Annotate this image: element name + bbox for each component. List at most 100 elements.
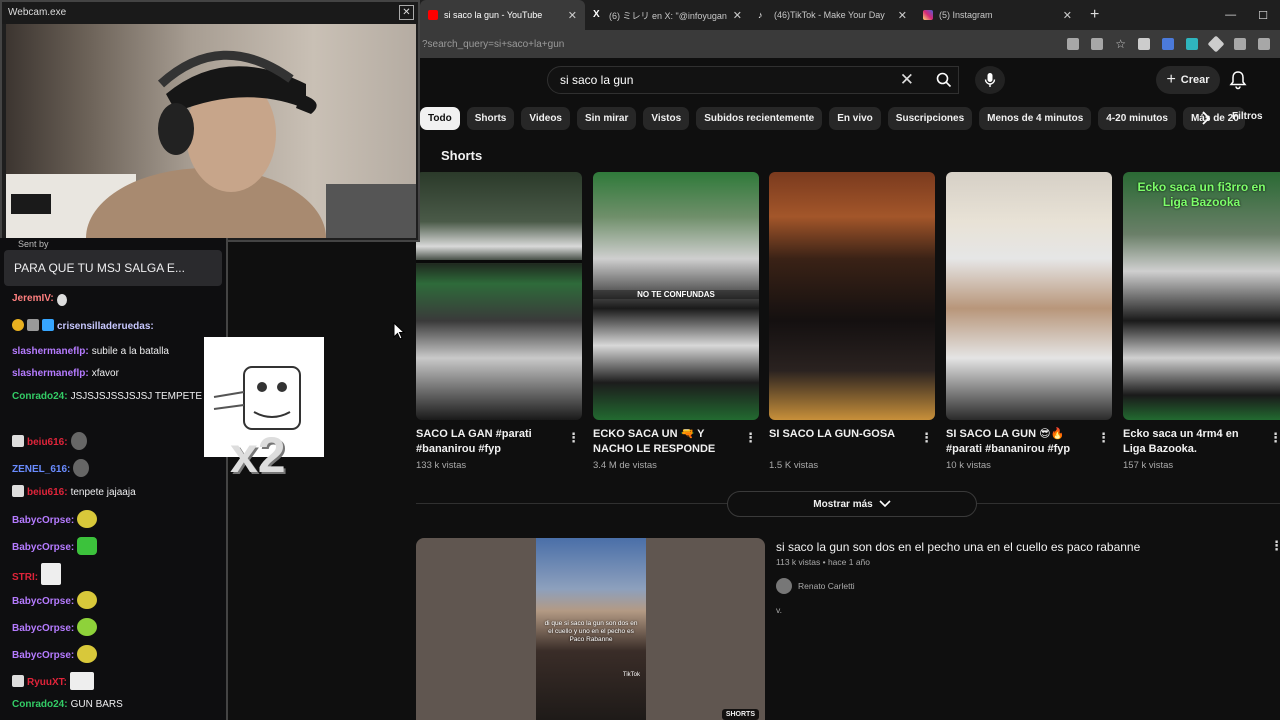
extension-icon[interactable] [1207,35,1225,53]
short-card[interactable]: SACO LA GAN #parati #bananirou #fyp 133 … [416,172,582,471]
tab-x[interactable]: X (6) ミレリ en X: "@infoyugansito ✕ [585,0,750,30]
chat-username[interactable]: Conrado24: [12,699,68,710]
tab-tiktok[interactable]: ♪ (46)TikTok - Make Your Day ✕ [750,0,915,30]
chat-username[interactable]: RyuuXT: [27,677,67,688]
shorts-badge: SHORTS [721,709,759,720]
more-options-icon[interactable]: ⋮ [1270,538,1280,554]
chat-username[interactable]: BabycOrpse: [12,623,74,634]
new-tab-button[interactable]: + [1080,6,1109,24]
short-thumbnail[interactable] [946,172,1112,420]
show-more-button[interactable]: Mostrar más [727,491,977,517]
video-meta: 113 k vistas • hace 1 año [776,557,871,567]
chat-username[interactable]: STRI: [12,572,38,583]
channel-name[interactable]: Renato Carletti [798,581,855,591]
more-options-icon[interactable]: ⋮ [1097,430,1110,446]
chat-username[interactable]: ZENEL_616: [12,464,70,475]
chat-username[interactable]: beiu616: [27,437,68,448]
short-title[interactable]: SI SACO LA GUN-GOSA [769,427,935,459]
tab-label: (6) ミレリ en X: "@infoyugansito [609,10,727,21]
feather-emote-icon [56,294,67,306]
chevron-right-icon[interactable] [1196,108,1216,128]
more-options-icon[interactable]: ⋮ [744,430,757,446]
chat-username[interactable]: BabycOrpse: [12,515,74,526]
search-input[interactable]: si saco la gun ✕ [547,66,959,94]
notifications-bell-icon[interactable] [1228,70,1248,90]
close-tab-icon[interactable]: ✕ [898,9,907,22]
address-bar[interactable]: ?search_query=si+saco+la+gun ☆ [420,30,1280,58]
more-options-icon[interactable]: ⋮ [567,430,580,446]
short-card[interactable]: NO TE CONFUNDAS ECKO SACA UN 🔫 Y NACHO L… [593,172,759,471]
extension-icon[interactable] [1138,38,1150,50]
short-title[interactable]: Ecko saca un 4rm4 en Liga Bazooka. #Liga… [1123,427,1280,459]
chip-4-20-min[interactable]: 4-20 minutos [1098,106,1176,130]
chat-username[interactable]: slashermaneflp: [12,368,89,379]
reading-list-icon[interactable] [1258,38,1270,50]
chat-username[interactable]: BabycOrpse: [12,542,74,553]
webcam-feed [6,24,416,238]
url-text[interactable]: ?search_query=si+saco+la+gun [420,39,1067,50]
close-tab-icon[interactable]: ✕ [568,9,577,22]
short-thumbnail[interactable]: Ecko saca un fi3rro en Liga Bazooka [1123,172,1280,420]
chip-under-4-min[interactable]: Menos de 4 minutos [979,106,1092,130]
pinned-message[interactable]: PARA QUE TU MSJ SALGA E... [4,250,222,286]
search-button[interactable] [925,66,963,94]
chat-username[interactable]: slashermaneflp: [12,346,89,357]
chat-username[interactable]: BabycOrpse: [12,596,74,607]
video-title[interactable]: si saco la gun son dos en el pecho una e… [776,540,1140,554]
close-icon[interactable]: ✕ [399,5,414,20]
chip-shorts[interactable]: Shorts [466,106,515,130]
chip-watched[interactable]: Vistos [643,106,690,130]
short-card[interactable]: SI SACO LA GUN 😎🔥 #parati #bananirou #fy… [946,172,1112,471]
chat-username[interactable]: crisensilladeruedas: [57,321,154,332]
extension-icon[interactable] [1162,38,1174,50]
chat-username[interactable]: BabycOrpse: [12,650,74,661]
extensions-puzzle-icon[interactable] [1234,38,1246,50]
short-title[interactable]: ECKO SACA UN 🔫 Y NACHO LE RESPONDE [593,427,759,459]
chat-text: xfavor [91,368,119,379]
chip-subscriptions[interactable]: Suscripciones [887,106,973,130]
video-thumbnail-frame: di que si saco la gun son dos en el cuel… [536,538,646,720]
close-tab-icon[interactable]: ✕ [733,9,742,22]
create-label: Crear [1180,74,1210,86]
filters-button[interactable]: Filtros [1232,111,1263,122]
create-button[interactable]: + Crear [1156,66,1220,94]
more-options-icon[interactable]: ⋮ [920,430,933,446]
channel-avatar[interactable] [776,578,792,594]
chip-recently-uploaded[interactable]: Subidos recientemente [696,106,823,130]
close-tab-icon[interactable]: ✕ [1063,9,1072,22]
cast-icon[interactable] [1067,38,1080,50]
translate-icon[interactable] [1091,38,1104,50]
video-channel[interactable]: Renato Carletti [776,578,855,594]
chip-live[interactable]: En vivo [829,106,881,130]
13-badge-icon [12,435,24,447]
short-card[interactable]: SI SACO LA GUN-GOSA 1.5 K vistas ⋮ [769,172,935,471]
chat-message: JeremIV: [12,292,222,306]
chat-username[interactable]: beiu616: [27,487,68,498]
browser-tab-bar: si saco la gun - YouTube ✕ X (6) ミレリ en … [420,0,1280,30]
chat-username[interactable]: Conrado24: [12,391,68,402]
short-thumbnail[interactable]: NO TE CONFUNDAS [593,172,759,420]
chat-username[interactable]: JeremIV: [12,293,54,304]
show-more-label: Mostrar más [813,498,873,510]
chip-videos[interactable]: Videos [521,106,570,130]
webcam-title: Webcam.exe [2,2,418,24]
voice-search-button[interactable] [975,66,1005,94]
extension-icon[interactable] [1186,38,1198,50]
short-title[interactable]: SACO LA GAN #parati #bananirou #fyp [416,427,582,459]
minimize-icon[interactable]: — [1225,9,1236,21]
clear-search-icon[interactable]: ✕ [900,70,914,90]
chat-message: BabycOrpse: [12,645,222,663]
more-options-icon[interactable]: ⋮ [1269,430,1280,446]
tab-instagram[interactable]: (5) Instagram ✕ [915,0,1080,30]
short-thumbnail[interactable] [769,172,935,420]
short-title[interactable]: SI SACO LA GUN 😎🔥 #parati #bananirou #fy… [946,427,1112,459]
maximize-icon[interactable]: ☐ [1258,9,1268,22]
video-thumbnail[interactable]: di que si saco la gun son dos en el cuel… [416,538,765,720]
chip-todo[interactable]: Todo [420,106,460,130]
bookmark-star-icon[interactable]: ☆ [1115,38,1126,50]
chip-unwatched[interactable]: Sin mirar [576,106,637,130]
short-card[interactable]: Ecko saca un fi3rro en Liga Bazooka Ecko… [1123,172,1280,471]
figure-emote-icon [70,432,87,450]
tab-youtube[interactable]: si saco la gun - YouTube ✕ [420,0,585,30]
short-thumbnail[interactable] [416,172,582,420]
